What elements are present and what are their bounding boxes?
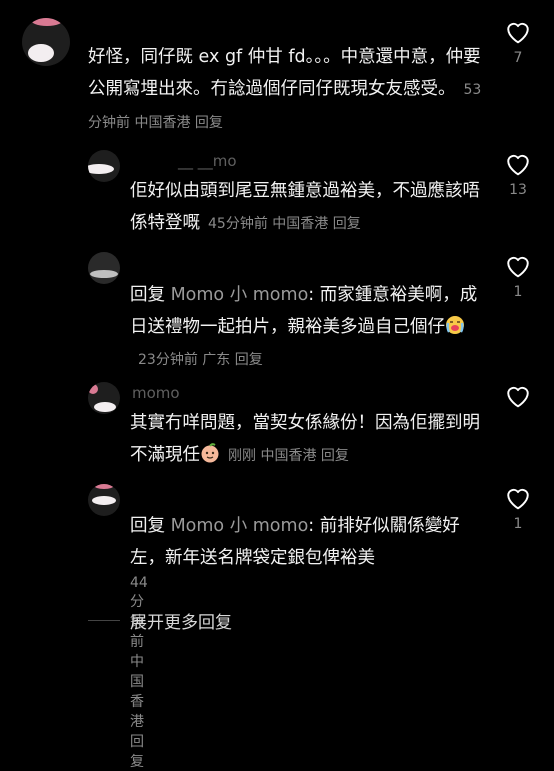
comment-location: 中国香港 xyxy=(134,115,191,131)
comment-username[interactable]: __ __mo xyxy=(178,152,237,170)
avatar[interactable] xyxy=(88,382,120,414)
avatar[interactable] xyxy=(88,252,120,284)
comment-text: 其實冇咩問題，當契女係緣份！因為佢擺到明不滿現任 刚刚 中国香港 回复 xyxy=(130,407,480,472)
divider xyxy=(88,620,120,621)
comment-time: 刚刚 xyxy=(228,448,256,464)
reply-button[interactable]: 回复 xyxy=(235,352,263,368)
like-count: 7 xyxy=(513,50,523,66)
reply-prefix: 回复 xyxy=(130,516,165,536)
comment-username[interactable]: momo xyxy=(132,384,180,402)
like-count: 13 xyxy=(509,182,527,198)
heart-outline-icon[interactable] xyxy=(505,152,531,176)
heart-outline-icon[interactable] xyxy=(505,384,531,408)
reply-button[interactable]: 回复 xyxy=(333,216,361,232)
comment-time: 45分钟前 xyxy=(208,216,268,232)
comment-location: 中国香港 xyxy=(130,654,144,730)
comment-text: 回复 Momo 小 momo: 而家鍾意裕美啊，成日送禮物一起拍片，親裕美多過自… xyxy=(130,279,480,376)
comment-location: 广东 xyxy=(202,352,231,368)
reply-button[interactable]: 回复 xyxy=(321,448,349,464)
like-count: 1 xyxy=(513,284,523,300)
comment-body: 好怪，同仔既 ex gf 仲甘 fd。。。中意還中意，仲要公開寫埋出來。冇諗過個… xyxy=(88,47,481,99)
reply-button[interactable]: 回复 xyxy=(130,734,144,770)
reply-to-username[interactable]: Momo 小 momo xyxy=(171,516,309,536)
avatar[interactable] xyxy=(22,18,70,66)
crying-face-emoji xyxy=(446,316,464,334)
comment-text: 佢好似由頭到尾豆無鍾意過裕美，不過應該唔係特登嘅 45分钟前 中国香港 回复 xyxy=(130,175,480,240)
reply-button[interactable]: 回复 xyxy=(195,115,223,131)
avatar[interactable] xyxy=(88,150,120,182)
peach-face-emoji xyxy=(201,443,219,463)
like-count: 1 xyxy=(513,516,523,532)
reply-to-username[interactable]: Momo 小 momo xyxy=(171,285,309,305)
avatar[interactable] xyxy=(88,484,120,516)
comment-text: 回复 Momo 小 momo: 前排好似關係變好左，新年送名牌袋定銀包俾裕美 xyxy=(130,510,480,574)
comment-location: 中国香港 xyxy=(260,448,317,464)
comment-meta: 44分钟前 中国香港 回复 xyxy=(130,575,148,771)
reply-prefix: 回复 xyxy=(130,285,165,305)
comment-text: 好怪，同仔既 ex gf 仲甘 fd。。。中意還中意，仲要公開寫埋出來。冇諗過個… xyxy=(88,41,488,139)
heart-outline-icon[interactable] xyxy=(505,254,531,278)
show-more-replies-button[interactable]: 展开更多回复 xyxy=(130,608,232,633)
heart-outline-icon[interactable] xyxy=(505,20,531,44)
heart-outline-icon[interactable] xyxy=(505,486,531,510)
comment-location: 中国香港 xyxy=(272,216,329,232)
comment-time: 23分钟前 xyxy=(138,352,198,368)
